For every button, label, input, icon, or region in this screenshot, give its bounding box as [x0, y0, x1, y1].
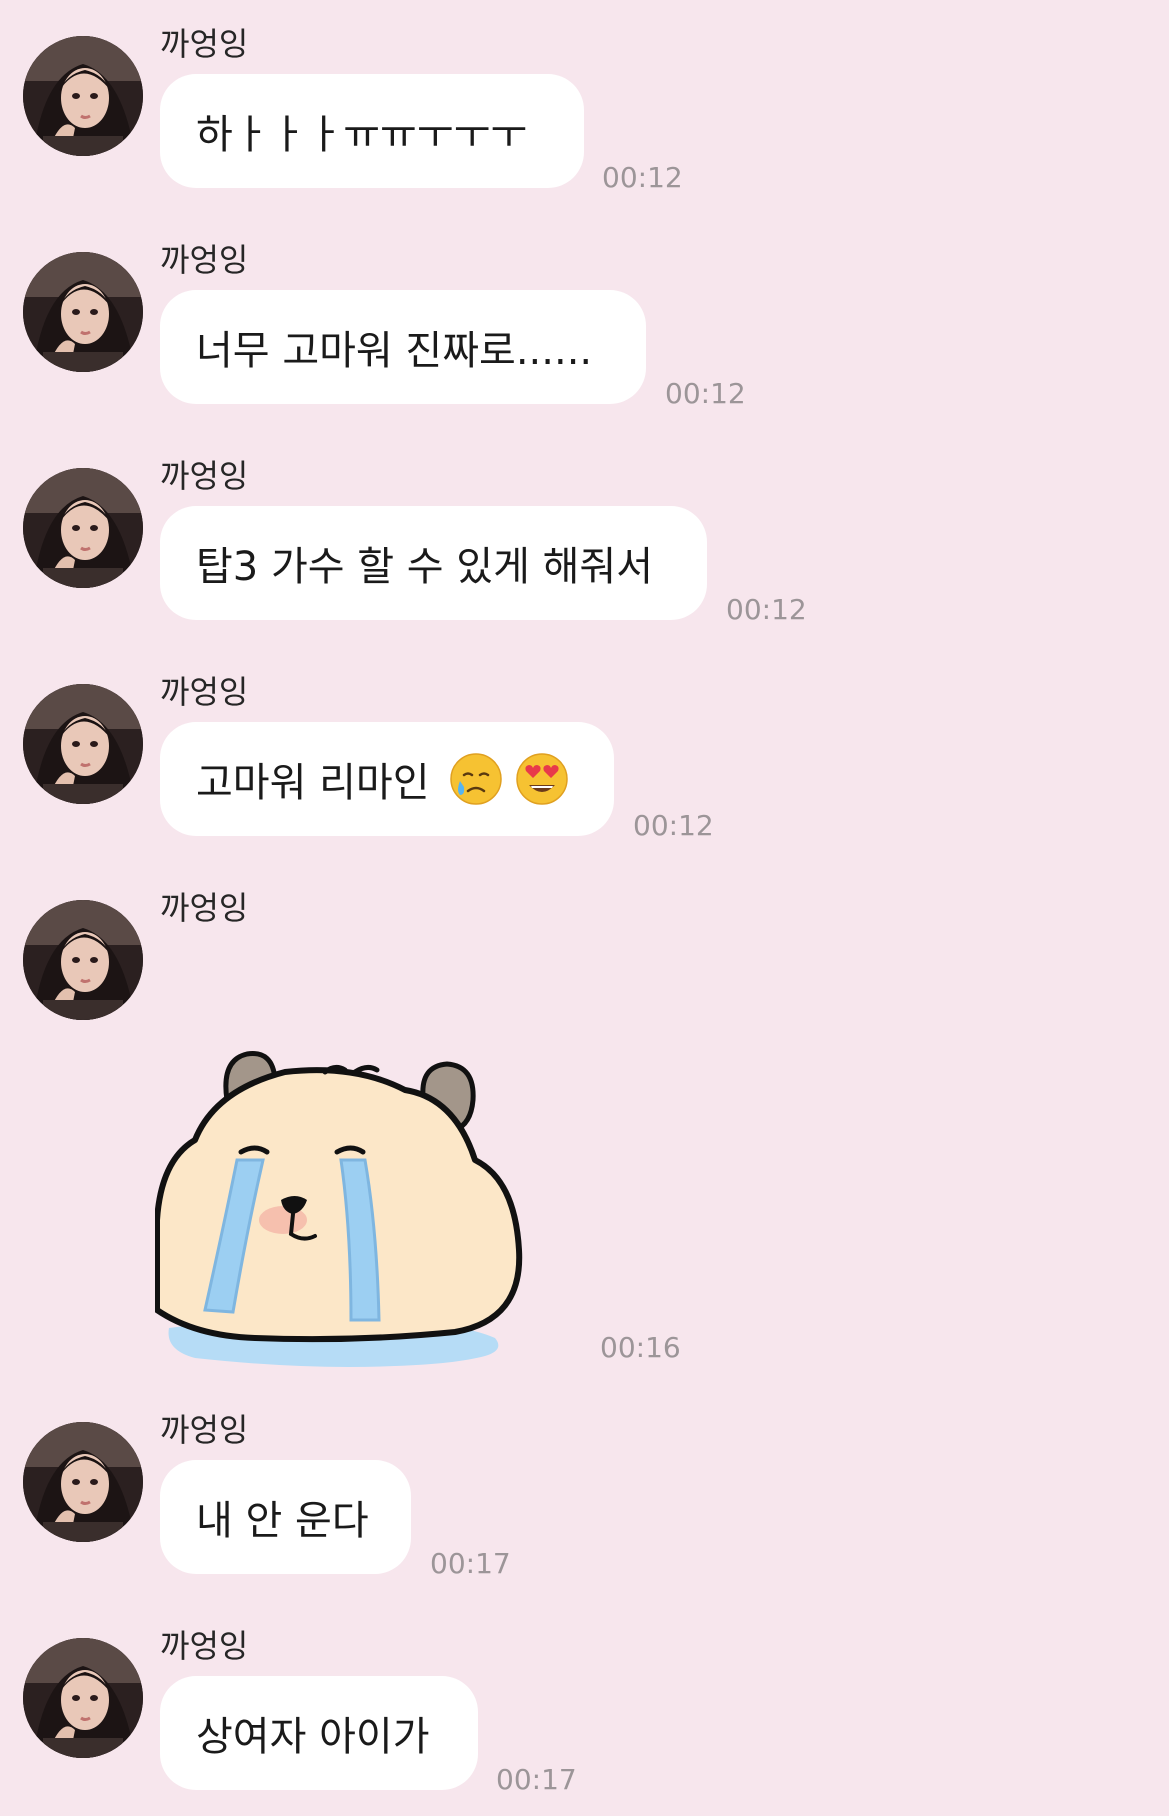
sender-name: 까엉잉 — [160, 1627, 249, 1665]
message-time: 00:16 — [600, 1331, 681, 1364]
message-time: 00:17 — [430, 1547, 511, 1580]
avatar[interactable] — [23, 1422, 143, 1542]
heart-eyes-icon — [514, 751, 570, 807]
sender-name: 까엉잉 — [160, 889, 249, 927]
message-text: 하ㅏㅏㅏㅠㅠㅜㅜㅜ — [196, 112, 528, 158]
message-bubble[interactable]: 고마워 리마인 — [160, 722, 614, 836]
message-text: 탑3 가수 할 수 있게 해줘서 — [196, 544, 654, 590]
message-time: 00:12 — [633, 809, 714, 842]
sender-name: 까엉잉 — [160, 25, 249, 63]
avatar[interactable] — [23, 252, 143, 372]
message-text: 내 안 운다 — [196, 1498, 369, 1544]
avatar[interactable] — [23, 36, 143, 156]
message-bubble[interactable]: 하ㅏㅏㅏㅠㅠㅜㅜㅜ — [160, 74, 584, 188]
sender-name: 까엉잉 — [160, 1411, 249, 1449]
avatar[interactable] — [23, 684, 143, 804]
message-text: 너무 고마워 진짜로...... — [196, 328, 593, 374]
message-text: 상여자 아이가 — [196, 1714, 430, 1760]
message-time: 00:17 — [496, 1763, 577, 1796]
message-bubble[interactable]: 탑3 가수 할 수 있게 해줘서 — [160, 506, 707, 620]
message-bubble[interactable]: 내 안 운다 — [160, 1460, 411, 1574]
chat-window: 까엉잉 하ㅏㅏㅏㅠㅠㅜㅜㅜ 00:12 까엉잉 너무 고마워 진짜로...... — [0, 0, 1169, 1816]
message-bubble[interactable]: 상여자 아이가 — [160, 1676, 478, 1790]
message-time: 00:12 — [665, 377, 746, 410]
face-holding-back-tears-icon — [448, 751, 504, 807]
avatar[interactable] — [23, 468, 143, 588]
avatar[interactable] — [23, 1638, 143, 1758]
sender-name: 까엉잉 — [160, 241, 249, 279]
sender-name: 까엉잉 — [160, 673, 249, 711]
crying-capybara-sticker[interactable] — [155, 1020, 585, 1380]
message-bubble[interactable]: 너무 고마워 진짜로...... — [160, 290, 646, 404]
message-time: 00:12 — [726, 593, 807, 626]
message-time: 00:12 — [602, 161, 683, 194]
message-text: 고마워 리마인 — [196, 760, 430, 806]
avatar[interactable] — [23, 900, 143, 1020]
sender-name: 까엉잉 — [160, 457, 249, 495]
